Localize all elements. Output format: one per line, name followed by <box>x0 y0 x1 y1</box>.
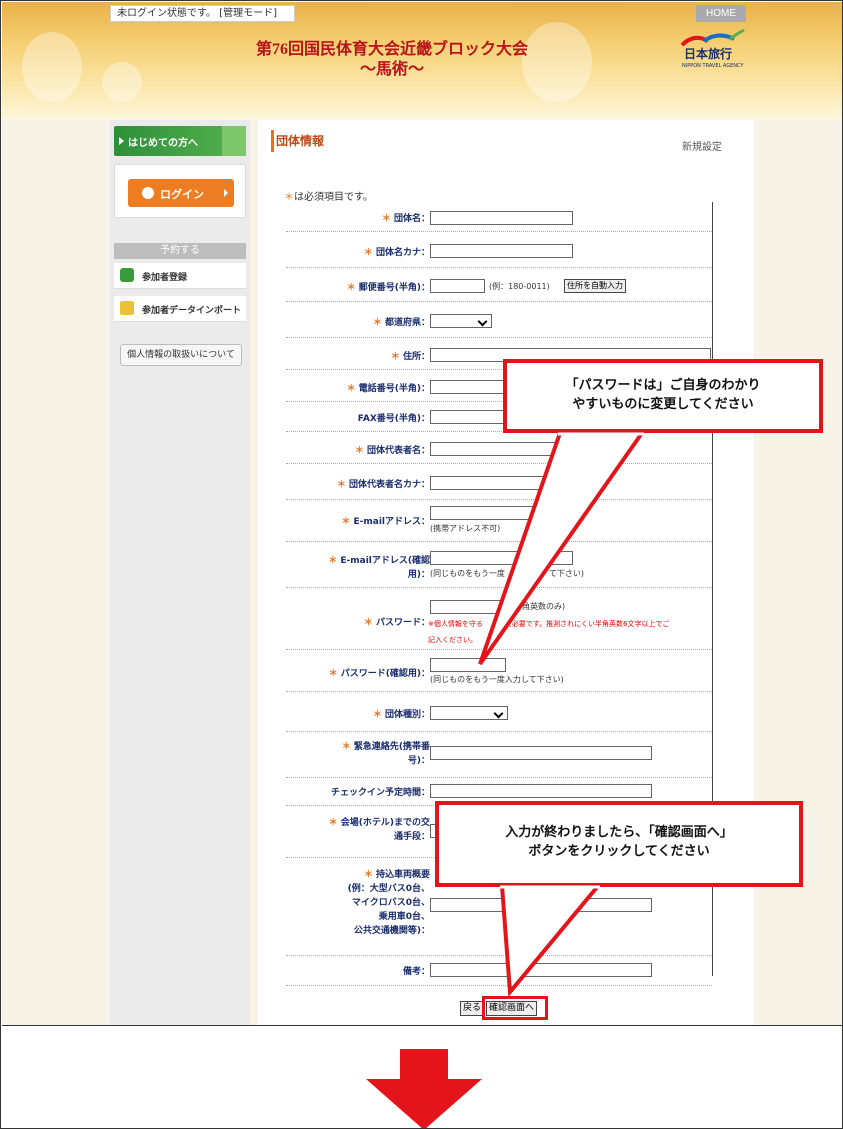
password-pointer <box>478 431 646 666</box>
arrow-down-icon <box>366 1049 482 1128</box>
instruction-frame: 未ログイン状態です。 [管理モード] HOME 第76回国民体育大会近畿ブロック… <box>0 0 843 1129</box>
screenshot-area: 未ログイン状態です。 [管理モード] HOME 第76回国民体育大会近畿ブロック… <box>2 2 842 1026</box>
callout-pointers <box>478 431 646 998</box>
confirm-pointer <box>499 884 603 998</box>
